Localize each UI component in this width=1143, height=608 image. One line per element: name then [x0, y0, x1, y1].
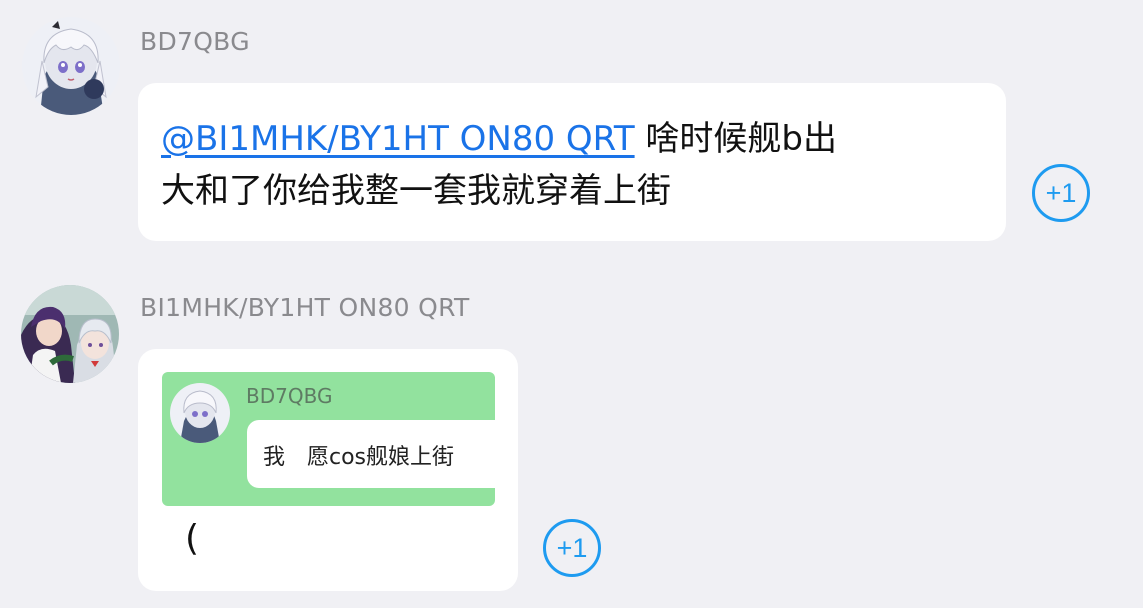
plus-one-reaction-button[interactable]: +1 — [1032, 164, 1090, 222]
quoted-sender-name: BD7QBG — [246, 384, 333, 408]
avatar-bd7qbg[interactable] — [22, 17, 120, 115]
quoted-avatar — [170, 383, 230, 443]
quoted-message-text: 我 愿cos舰娘上街 — [263, 445, 455, 470]
anime-characters-avatar-icon — [21, 285, 119, 383]
anime-girl-avatar-icon — [170, 383, 230, 443]
message-text-line1: 啥时候舰b出 — [634, 119, 837, 159]
message-sender-name: BI1MHK/BY1HT ON80 QRT — [140, 293, 470, 322]
message-bubble[interactable]: @BI1MHK/BY1HT ON80 QRT 啥时候舰b出 大和了你给我整一套我… — [138, 83, 1006, 241]
mention-link[interactable]: @BI1MHK/BY1HT ON80 QRT — [161, 119, 635, 159]
anime-girl-avatar-icon — [22, 17, 120, 115]
message-text-line2: 大和了你给我整一套我就穿着上街 — [161, 171, 671, 211]
message-text: ( — [185, 518, 200, 559]
quoted-message-bubble: 我 愿cos舰娘上街 — [247, 420, 495, 488]
message-text: @BI1MHK/BY1HT ON80 QRT 啥时候舰b出 大和了你给我整一套我… — [161, 113, 837, 217]
message-sender-name: BD7QBG — [140, 27, 250, 56]
plus-one-reaction-button[interactable]: +1 — [543, 519, 601, 577]
quoted-message-screenshot[interactable]: BD7QBG 我 愿cos舰娘上街 — [162, 372, 495, 506]
avatar-bi1mhk[interactable] — [21, 285, 119, 383]
